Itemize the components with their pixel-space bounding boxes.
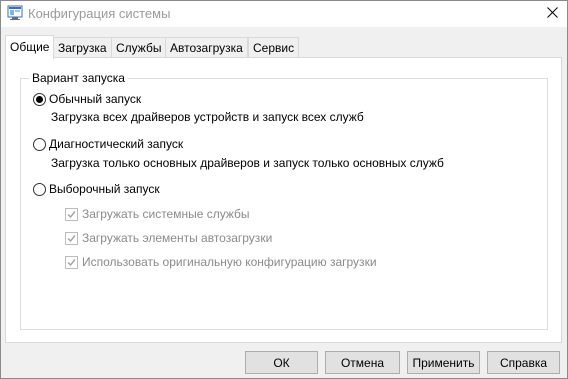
tab-services[interactable]: Службы [111,37,167,58]
window-title: Конфигурация системы [28,6,171,21]
use-original-boot-config-label: Использовать оригинальную конфигурацию з… [82,255,377,269]
use-original-boot-config-checkbox[interactable]: Использовать оригинальную конфигурацию з… [65,254,377,270]
diagnostic-startup-description: Загрузка только основных драйверов и зап… [51,156,444,170]
title-bar: Конфигурация системы [1,1,567,27]
checkmark-icon [65,255,78,269]
load-system-services-label: Загружать системные службы [82,207,250,221]
msconfig-icon [7,5,23,21]
load-startup-items-label: Загружать элементы автозагрузки [82,231,273,245]
tab-tools[interactable]: Сервис [248,37,300,58]
group-legend: Вариант запуска [29,71,128,85]
tab-general[interactable]: Общие [5,35,55,59]
checkmark-icon [65,231,78,245]
startup-selection-group: Вариант запуска Обычный запуск Загрузка … [20,71,548,330]
checkmark-icon [65,207,78,221]
radio-selected-icon [33,92,46,106]
close-button[interactable] [537,1,567,27]
cancel-button[interactable]: Отмена [325,351,400,374]
tab-bar: Общие Загрузка Службы Автозагрузка Серви… [5,35,561,59]
diagnostic-startup-radio[interactable]: Диагностический запуск [33,136,183,152]
normal-startup-radio[interactable]: Обычный запуск [33,91,141,107]
system-configuration-window: Конфигурация системы Общие Загрузка Служ… [0,0,568,379]
radio-unselected-icon [33,182,46,196]
selective-startup-label: Выборочный запуск [49,182,160,196]
load-startup-items-checkbox[interactable]: Загружать элементы автозагрузки [65,230,272,246]
radio-unselected-icon [33,137,46,151]
normal-startup-label: Обычный запуск [49,92,142,106]
tab-startup[interactable]: Автозагрузка [165,37,248,58]
diagnostic-startup-label: Диагностический запуск [49,137,184,151]
help-button[interactable]: Справка [487,351,560,374]
normal-startup-description: Загрузка всех драйверов устройств и запу… [51,110,364,124]
ok-button[interactable]: ОК [245,351,318,374]
apply-button[interactable]: Применить [407,351,480,374]
tab-boot[interactable]: Загрузка [53,37,112,58]
general-tab-panel: Вариант запуска Обычный запуск Загрузка … [5,57,562,343]
load-system-services-checkbox[interactable]: Загружать системные службы [65,206,250,222]
close-icon [546,7,558,21]
selective-startup-radio[interactable]: Выборочный запуск [33,181,160,197]
